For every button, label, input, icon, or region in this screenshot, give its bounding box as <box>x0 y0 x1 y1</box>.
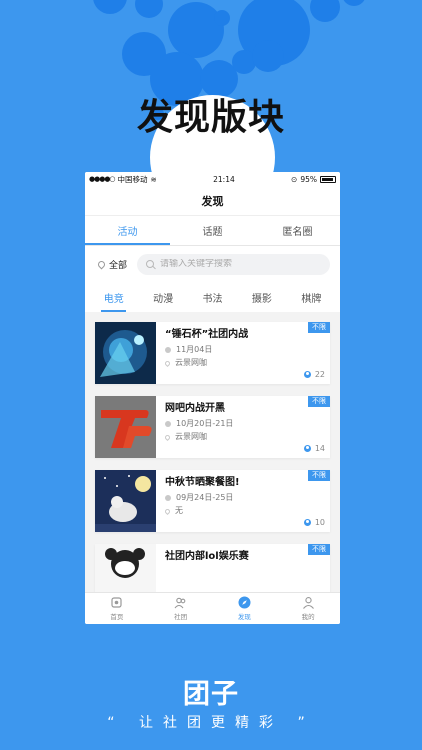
limit-badge: 不限 <box>308 396 330 407</box>
location-label: 全部 <box>109 260 128 271</box>
location-pin-icon <box>163 359 172 367</box>
location-pin-icon <box>163 433 172 441</box>
event-thumbnail <box>95 322 156 384</box>
tab-anonymous[interactable]: 匿名圈 <box>255 216 340 245</box>
decor-bubble <box>135 0 163 18</box>
page-headline: 发现版块 <box>136 97 285 138</box>
nav-title: 发现 <box>85 186 340 216</box>
event-title: 中秋节晒聚餐图! <box>165 477 240 488</box>
tab-topics[interactable]: 话题 <box>170 216 255 245</box>
event-thumbnail <box>95 396 156 458</box>
clock-icon <box>165 421 171 427</box>
decor-bubble <box>310 0 340 22</box>
location-filter[interactable]: 全部 <box>96 258 128 271</box>
event-title: 社团内部lol娱乐赛 <box>165 551 249 562</box>
home-icon <box>110 596 123 609</box>
category-bar: 电竞 动漫 书法 摄影 棋牌 <box>85 282 340 312</box>
decor-bubble <box>214 10 230 26</box>
wifi-icon: ≋ <box>150 174 157 184</box>
event-card[interactable]: “锤石杯”社团内战 11月04日 云景网咖 不限 22 <box>95 322 330 384</box>
clock-icon <box>165 347 171 353</box>
event-place: 无 <box>175 506 183 515</box>
decor-bubble <box>168 2 224 58</box>
location-pin-icon <box>163 507 172 515</box>
limit-badge: 不限 <box>308 322 330 333</box>
category-calligraphy[interactable]: 书法 <box>188 282 237 312</box>
category-anime[interactable]: 动漫 <box>138 282 187 312</box>
brand-slogan: “ 让社团更精彩 ” <box>107 715 315 731</box>
rotation-lock-icon: ⊙ <box>291 174 298 184</box>
bottom-tab-bar: 首页 社团 发现 我的 <box>85 592 340 624</box>
search-icon <box>146 260 155 268</box>
person-icon <box>303 445 311 452</box>
profile-icon <box>302 596 315 609</box>
clock-icon <box>165 495 171 501</box>
carrier-label: 中国移动 <box>117 174 148 184</box>
event-place: 云景网咖 <box>175 432 207 441</box>
participant-count: 10 <box>303 518 325 527</box>
signal-icon: ●●●●○ <box>89 175 116 183</box>
category-esports[interactable]: 电竞 <box>89 282 138 312</box>
search-input[interactable] <box>160 259 321 269</box>
brand-logo: 团子 <box>183 679 239 710</box>
tabbar-profile-label: 我的 <box>301 613 315 621</box>
participant-count: 14 <box>303 444 325 453</box>
battery-percent: 95% <box>300 174 317 184</box>
phone-screen: ●●●●○ 中国移动 ≋ 21:14 ⊙ 95% 发现 活动 话题 匿名圈 全部… <box>85 172 340 624</box>
event-place: 云景网咖 <box>175 358 207 367</box>
person-icon <box>303 519 311 526</box>
participant-count: 22 <box>303 370 325 379</box>
battery-icon <box>320 175 336 183</box>
event-card[interactable]: 网吧内战开黑 10月20日-21日 云景网咖 不限 14 <box>95 396 330 458</box>
tabbar-profile[interactable]: 我的 <box>276 593 340 624</box>
search-box[interactable] <box>137 253 330 275</box>
status-time: 21:14 <box>213 174 235 184</box>
tabbar-group-label: 社团 <box>174 613 188 621</box>
tabbar-discover-label: 发现 <box>237 613 251 621</box>
category-photography[interactable]: 摄影 <box>237 282 286 312</box>
event-title: 网吧内战开黑 <box>165 403 225 414</box>
person-icon <box>303 371 311 378</box>
top-tabs: 活动 话题 匿名圈 <box>85 216 340 246</box>
decor-bubble <box>93 0 127 14</box>
group-icon <box>174 596 187 609</box>
tabbar-discover[interactable]: 发现 <box>213 593 277 624</box>
event-thumbnail <box>95 470 156 532</box>
location-pin-icon <box>96 259 107 269</box>
event-card[interactable]: 中秋节晒聚餐图! 09月24日-25日 无 不限 10 <box>95 470 330 532</box>
category-board-games[interactable]: 棋牌 <box>287 282 336 312</box>
decor-bubble <box>252 40 284 72</box>
tabbar-group[interactable]: 社团 <box>149 593 213 624</box>
event-date: 09月24日-25日 <box>176 493 234 502</box>
tabbar-home[interactable]: 首页 <box>85 593 149 624</box>
event-date: 10月20日-21日 <box>176 419 234 428</box>
compass-icon <box>238 596 251 609</box>
tab-activities[interactable]: 活动 <box>85 216 170 245</box>
decor-bubble <box>342 0 366 6</box>
tabbar-home-label: 首页 <box>110 613 124 621</box>
event-title: “锤石杯”社团内战 <box>165 329 249 340</box>
limit-badge: 不限 <box>308 544 330 555</box>
event-date: 11月04日 <box>176 345 213 354</box>
limit-badge: 不限 <box>308 470 330 481</box>
search-row: 全部 <box>85 246 340 282</box>
event-list: “锤石杯”社团内战 11月04日 云景网咖 不限 22 网吧内战开黑 10月20… <box>85 312 340 606</box>
status-bar: ●●●●○ 中国移动 ≋ 21:14 ⊙ 95% <box>85 172 340 186</box>
